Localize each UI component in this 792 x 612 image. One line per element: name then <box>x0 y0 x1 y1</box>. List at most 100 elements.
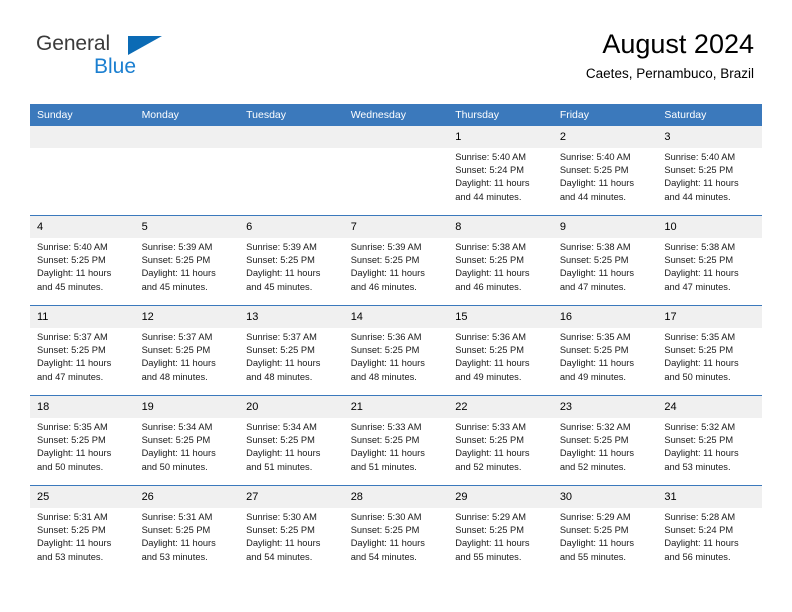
day-number: 5 <box>134 216 240 238</box>
calendar-header-row: Sunday Monday Tuesday Wednesday Thursday… <box>30 104 762 126</box>
daylight-duration-line1: Daylight: 11 hours <box>141 268 216 279</box>
sunrise-time: Sunrise: 5:39 AM <box>246 242 317 252</box>
weekday-header-row: Sunday Monday Tuesday Wednesday Thursday… <box>30 104 762 126</box>
sunrise-time: Sunrise: 5:40 AM <box>37 242 108 252</box>
sunset-time: Sunset: 5:25 PM <box>455 435 524 446</box>
daylight-duration-line1: Daylight: 11 hours <box>455 448 530 459</box>
day-number: 31 <box>657 486 762 508</box>
sunset-time: Sunset: 5:25 PM <box>141 255 211 266</box>
sunset-time: Sunset: 5:25 PM <box>246 255 315 266</box>
calendar-day-cell[interactable]: 14 Sunrise: 5:36 AM Sunset: 5:25 PM Dayligh… <box>343 305 449 396</box>
calendar-day-cell[interactable]: 28 Sunrise: 5:30 AM Sunset: 5:25 PM Dayligh… <box>343 485 449 575</box>
calendar-day-cell[interactable]: 13 Sunrise: 5:37 AM Sunset: 5:25 PM Dayligh… <box>239 305 344 396</box>
daylight-duration-line1: Daylight: 11 hours <box>559 538 635 549</box>
day-details: Sunrise: 5:34 AM Sunset: 5:25 PM Daylight:… <box>239 418 344 474</box>
calendar-day-cell[interactable]: 12 Sunrise: 5:37 AM Sunset: 5:25 PM Dayligh… <box>134 305 240 396</box>
calendar-day-cell[interactable]: 21 Sunrise: 5:33 AM Sunset: 5:25 PM Dayligh… <box>343 395 449 486</box>
calendar-day-cell[interactable]: 15 Sunrise: 5:36 AM Sunset: 5:25 PM Dayligh… <box>448 305 553 396</box>
calendar-day-cell[interactable]: 3 Sunrise: 5:40 AM Sunset: 5:25 PM Daylight… <box>657 126 762 216</box>
sunrise-time: Sunrise: 5:37 AM <box>37 332 108 342</box>
calendar-day-cell[interactable]: 18 Sunrise: 5:35 AM Sunset: 5:25 PM Dayligh… <box>30 395 135 486</box>
sunset-time: Sunset: 5:25 PM <box>37 435 106 446</box>
calendar-day-cell[interactable]: 6 Sunrise: 5:39 AM Sunset: 5:25 PM Daylight… <box>239 215 344 306</box>
calendar-day-cell[interactable]: 8 Sunrise: 5:38 AM Sunset: 5:25 PM Daylight… <box>448 215 553 306</box>
calendar-day-cell[interactable]: 31 Sunrise: 5:28 AM Sunset: 5:24 PM Dayligh… <box>657 485 762 575</box>
daylight-duration-line1: Daylight: 11 hours <box>37 268 112 279</box>
calendar-day-cell[interactable]: 16 Sunrise: 5:35 AM Sunset: 5:25 PM Dayligh… <box>552 305 658 396</box>
daylight-duration-line2: and 47 minutes. <box>664 281 731 292</box>
calendar-day-cell[interactable]: 10 Sunrise: 5:38 AM Sunset: 5:25 PM Dayligh… <box>657 215 762 306</box>
calendar-day-cell[interactable]: 26 Sunrise: 5:31 AM Sunset: 5:25 PM Dayligh… <box>134 485 240 575</box>
sunset-time: Sunset: 5:25 PM <box>37 525 106 536</box>
day-number: 30 <box>552 486 658 508</box>
sunrise-time: Sunrise: 5:31 AM <box>37 512 108 522</box>
calendar-day-cell[interactable]: 24 Sunrise: 5:32 AM Sunset: 5:25 PM Dayligh… <box>657 395 762 486</box>
day-number: 16 <box>552 306 658 328</box>
calendar-day-cell[interactable]: 7 Sunrise: 5:39 AM Sunset: 5:25 PM Daylight… <box>343 215 449 306</box>
daylight-duration-line1: Daylight: 11 hours <box>559 448 635 459</box>
daylight-duration-line2: and 49 minutes. <box>559 371 626 382</box>
day-number: 14 <box>343 306 449 328</box>
sunrise-time: Sunrise: 5:37 AM <box>246 332 317 342</box>
sunset-time: Sunset: 5:25 PM <box>350 435 420 446</box>
day-cell-inner: 15 Sunrise: 5:36 AM Sunset: 5:25 PM Dayligh… <box>448 306 553 395</box>
day-details: Sunrise: 5:32 AM Sunset: 5:25 PM Daylight:… <box>657 418 762 474</box>
day-number: 3 <box>657 126 762 148</box>
day-number: 24 <box>657 396 762 418</box>
calendar-week-row: 4 Sunrise: 5:40 AM Sunset: 5:25 PM Daylight… <box>30 215 762 306</box>
day-number: 19 <box>134 396 240 418</box>
weekday-header-friday: Friday <box>552 104 658 126</box>
day-cell-inner: 22 Sunrise: 5:33 AM Sunset: 5:25 PM Dayligh… <box>448 396 553 485</box>
sunset-time: Sunset: 5:25 PM <box>350 345 420 356</box>
calendar-day-cell[interactable]: 19 Sunrise: 5:34 AM Sunset: 5:25 PM Dayligh… <box>134 395 240 486</box>
day-cell-inner <box>134 126 240 215</box>
day-details: Sunrise: 5:37 AM Sunset: 5:25 PM Daylight:… <box>30 328 135 384</box>
calendar-day-cell[interactable]: 30 Sunrise: 5:29 AM Sunset: 5:25 PM Dayligh… <box>552 485 658 575</box>
day-number: 17 <box>657 306 762 328</box>
calendar-day-cell[interactable]: 23 Sunrise: 5:32 AM Sunset: 5:25 PM Dayligh… <box>552 395 658 486</box>
weekday-header-monday: Monday <box>134 104 240 126</box>
calendar-day-cell[interactable]: 27 Sunrise: 5:30 AM Sunset: 5:25 PM Dayligh… <box>239 485 344 575</box>
daylight-duration-line2: and 54 minutes. <box>350 551 417 562</box>
day-cell-inner: 3 Sunrise: 5:40 AM Sunset: 5:25 PM Daylight… <box>657 126 762 215</box>
daylight-duration-line2: and 45 minutes. <box>141 281 208 292</box>
daylight-duration-line2: and 44 minutes. <box>664 191 731 202</box>
sunset-time: Sunset: 5:25 PM <box>664 435 734 446</box>
calendar-day-cell[interactable]: 29 Sunrise: 5:29 AM Sunset: 5:25 PM Dayligh… <box>448 485 553 575</box>
daylight-duration-line1: Daylight: 11 hours <box>350 358 425 369</box>
day-details: Sunrise: 5:31 AM Sunset: 5:25 PM Daylight:… <box>135 508 240 564</box>
day-details: Sunrise: 5:36 AM Sunset: 5:25 PM Daylight:… <box>448 328 553 384</box>
page-title: August 2024 <box>602 29 754 59</box>
day-number: 8 <box>448 216 553 238</box>
day-details: Sunrise: 5:33 AM Sunset: 5:25 PM Daylight:… <box>344 418 449 474</box>
calendar-day-cell[interactable]: 5 Sunrise: 5:39 AM Sunset: 5:25 PM Daylight… <box>134 215 240 306</box>
sunset-time: Sunset: 5:25 PM <box>559 165 629 176</box>
day-number: 2 <box>552 126 658 148</box>
sunrise-time: Sunrise: 5:35 AM <box>664 332 736 342</box>
day-details: Sunrise: 5:35 AM Sunset: 5:25 PM Daylight:… <box>553 328 658 384</box>
calendar-day-cell[interactable]: 9 Sunrise: 5:38 AM Sunset: 5:25 PM Daylight… <box>552 215 658 306</box>
day-details: Sunrise: 5:32 AM Sunset: 5:25 PM Daylight:… <box>553 418 658 474</box>
calendar-day-cell[interactable]: 1 Sunrise: 5:40 AM Sunset: 5:24 PM Daylight… <box>448 126 553 216</box>
calendar-week-row: 18 Sunrise: 5:35 AM Sunset: 5:25 PM Dayligh… <box>30 395 762 486</box>
calendar-day-cell[interactable]: 11 Sunrise: 5:37 AM Sunset: 5:25 PM Dayligh… <box>30 305 135 396</box>
daylight-duration-line1: Daylight: 11 hours <box>37 538 112 549</box>
calendar-day-cell[interactable]: 25 Sunrise: 5:31 AM Sunset: 5:25 PM Dayligh… <box>30 485 135 575</box>
weekday-header-saturday: Saturday <box>657 104 762 126</box>
sunset-time: Sunset: 5:25 PM <box>559 255 629 266</box>
daylight-duration-line2: and 48 minutes. <box>141 371 208 382</box>
sunrise-time: Sunrise: 5:31 AM <box>141 512 213 522</box>
calendar-day-cell[interactable]: 17 Sunrise: 5:35 AM Sunset: 5:25 PM Dayligh… <box>657 305 762 396</box>
general-blue-logo[interactable]: General Blue <box>36 33 216 83</box>
calendar-day-cell[interactable]: 4 Sunrise: 5:40 AM Sunset: 5:25 PM Daylight… <box>30 215 135 306</box>
calendar-day-cell[interactable]: 22 Sunrise: 5:33 AM Sunset: 5:25 PM Dayligh… <box>448 395 553 486</box>
sunrise-time: Sunrise: 5:32 AM <box>664 422 736 432</box>
day-cell-inner: 24 Sunrise: 5:32 AM Sunset: 5:25 PM Dayligh… <box>657 396 762 485</box>
sunset-time: Sunset: 5:25 PM <box>559 345 629 356</box>
sunrise-time: Sunrise: 5:39 AM <box>350 242 422 252</box>
calendar-day-cell[interactable]: 20 Sunrise: 5:34 AM Sunset: 5:25 PM Dayligh… <box>239 395 344 486</box>
daylight-duration-line1: Daylight: 11 hours <box>141 448 216 459</box>
sunrise-time: Sunrise: 5:35 AM <box>37 422 108 432</box>
calendar-day-cell[interactable]: 2 Sunrise: 5:40 AM Sunset: 5:25 PM Daylight… <box>552 126 658 216</box>
day-details: Sunrise: 5:37 AM Sunset: 5:25 PM Daylight:… <box>239 328 344 384</box>
